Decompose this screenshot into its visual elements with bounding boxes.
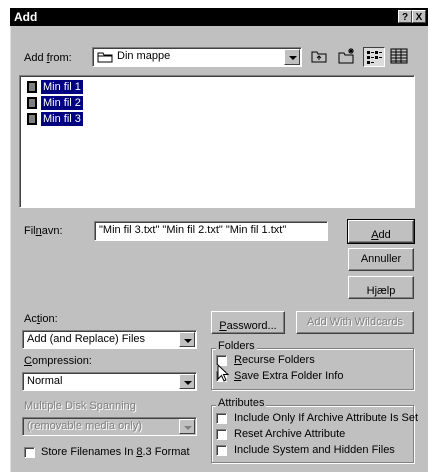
- file-name: Min fil 1: [41, 80, 83, 94]
- help-title-button[interactable]: ?: [398, 10, 412, 23]
- filename-input[interactable]: "Min fil 3.txt" "Min fil 2.txt" "Min fil…: [94, 221, 328, 241]
- filename-label: Filnavn:: [24, 225, 63, 237]
- add-from-label: Add from:: [24, 52, 72, 64]
- list-view-button[interactable]: [363, 47, 385, 67]
- file-name: Min fil 3: [41, 112, 83, 126]
- chevron-down-icon[interactable]: [179, 332, 195, 347]
- compression-label: Compression:: [24, 355, 92, 367]
- store-83-checkbox[interactable]: [24, 447, 35, 458]
- action-value: Add (and Replace) Files: [27, 333, 146, 345]
- add-button[interactable]: Add: [347, 219, 415, 244]
- details-view-button[interactable]: [389, 47, 411, 67]
- cancel-button[interactable]: Annuller: [348, 248, 414, 271]
- title-bar: Add ? X: [10, 8, 428, 26]
- file-name: Min fil 2: [41, 96, 83, 110]
- system-hidden-label: Include System and Hidden Files: [234, 444, 395, 456]
- text-file-icon: [27, 113, 37, 125]
- folder-icon: [97, 52, 113, 63]
- help-button[interactable]: Hjælp: [348, 276, 414, 299]
- compression-value: Normal: [27, 375, 63, 387]
- add-with-wildcards-button: Add With Wildcards: [296, 311, 414, 334]
- mouse-cursor-icon: [217, 364, 230, 382]
- spanning-value: (removable media only): [27, 420, 142, 432]
- password-button[interactable]: Password...: [211, 311, 285, 334]
- look-in-value: Din mappe: [117, 50, 171, 62]
- reset-archive-checkbox[interactable]: [216, 429, 227, 440]
- close-title-button[interactable]: X: [412, 10, 426, 23]
- up-one-level-icon: [311, 51, 327, 63]
- archive-attribute-checkbox[interactable]: [216, 413, 227, 424]
- list-view-icon: [367, 51, 382, 64]
- recurse-folders-label: Recurse Folders: [234, 354, 315, 366]
- action-label: Action:: [24, 313, 58, 325]
- up-one-level-button[interactable]: [309, 47, 331, 67]
- archive-attribute-label: Include Only If Archive Attribute Is Set: [234, 412, 419, 424]
- text-file-icon: [27, 81, 37, 93]
- store-83-label: Store Filenames In 8.3 Format: [41, 446, 190, 458]
- action-select[interactable]: Add (and Replace) Files: [22, 330, 197, 349]
- window-title: Add: [14, 10, 38, 24]
- chevron-down-icon[interactable]: [179, 374, 195, 389]
- chevron-down-icon: [179, 419, 195, 434]
- details-view-icon: [390, 48, 408, 64]
- chevron-down-icon[interactable]: [284, 49, 300, 65]
- attributes-group-title: Attributes: [216, 397, 267, 409]
- spanning-select: (removable media only): [22, 417, 197, 436]
- save-extra-folder-info-label: Save Extra Folder Info: [234, 370, 344, 382]
- text-file-icon: [27, 97, 37, 109]
- new-folder-icon: [338, 48, 354, 64]
- folders-group-title: Folders: [216, 340, 257, 352]
- new-folder-button[interactable]: [336, 47, 358, 67]
- filename-value: "Min fil 3.txt" "Min fil 2.txt" "Min fil…: [99, 224, 287, 236]
- look-in-combo[interactable]: Din mappe: [92, 47, 302, 67]
- system-hidden-checkbox[interactable]: [216, 445, 227, 456]
- reset-archive-label: Reset Archive Attribute: [234, 428, 346, 440]
- file-list[interactable]: Min fil 1 Min fil 2 Min fil 3: [19, 75, 415, 208]
- compression-select[interactable]: Normal: [22, 372, 197, 391]
- spanning-label: Multiple Disk Spanning: [24, 400, 136, 412]
